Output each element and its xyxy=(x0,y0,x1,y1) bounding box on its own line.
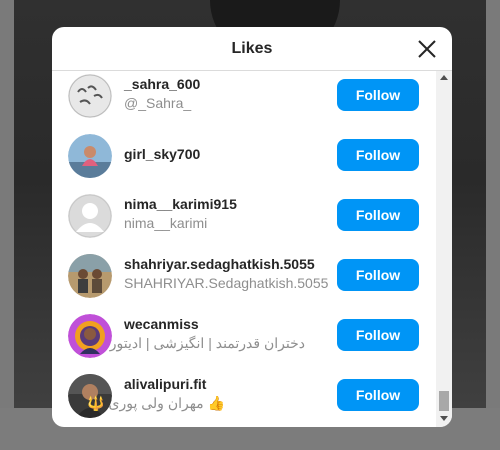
follow-button[interactable]: Follow xyxy=(337,79,419,111)
backdrop-right xyxy=(486,0,500,450)
avatar[interactable] xyxy=(68,134,112,178)
scroll-down-arrow-icon[interactable] xyxy=(440,416,448,421)
follow-button[interactable]: Follow xyxy=(337,319,419,351)
full-name: 👍 مهران ولی پوری 🔱 xyxy=(87,395,225,411)
scrollbar-thumb[interactable] xyxy=(439,391,449,411)
full-name: @_Sahra_ xyxy=(124,95,192,111)
avatar[interactable] xyxy=(68,314,112,358)
likes-list: _sahra_600 @_Sahra_ Follow girl_sky700 F… xyxy=(52,71,435,427)
follow-button[interactable]: Follow xyxy=(337,259,419,291)
avatar[interactable] xyxy=(68,254,112,298)
scroll-up-arrow-icon[interactable] xyxy=(440,75,448,80)
scrollbar[interactable] xyxy=(436,71,452,427)
full-name: nima__karimi xyxy=(124,215,208,231)
follow-button[interactable]: Follow xyxy=(337,379,419,411)
close-icon[interactable] xyxy=(416,38,438,60)
list-item: wecanmiss دختران قدرتمند | انگیزشی | ادی… xyxy=(52,306,435,366)
avatar[interactable] xyxy=(68,74,112,118)
default-avatar-icon[interactable] xyxy=(68,194,112,238)
list-item: _sahra_600 @_Sahra_ Follow xyxy=(52,71,435,126)
list-item: alivalipuri.fit 👍 مهران ولی پوری 🔱 Follo… xyxy=(52,366,435,426)
likes-modal: Likes _sahra_600 @_Sahra_ Follow girl_sk… xyxy=(52,27,452,427)
list-item: shahriyar.sedaghatkish.5055 SHAHRIYAR.Se… xyxy=(52,246,435,306)
full-name: دختران قدرتمند | انگیزشی | ادیتور xyxy=(109,335,305,351)
username[interactable]: girl_sky700 xyxy=(124,146,200,162)
list-item: nima__karimi915 nima__karimi Follow xyxy=(52,186,435,246)
full-name: SHAHRIYAR.Sedaghatkish.5055 xyxy=(124,275,329,291)
username[interactable]: alivalipuri.fit xyxy=(124,376,206,392)
backdrop-left xyxy=(0,0,14,450)
follow-button[interactable]: Follow xyxy=(337,199,419,231)
modal-title: Likes xyxy=(231,39,273,57)
list-item: girl_sky700 Follow xyxy=(52,126,435,186)
username[interactable]: shahriyar.sedaghatkish.5055 xyxy=(124,256,315,272)
username[interactable]: _sahra_600 xyxy=(124,76,200,92)
follow-button[interactable]: Follow xyxy=(337,139,419,171)
modal-header: Likes xyxy=(52,27,452,71)
username[interactable]: wecanmiss xyxy=(124,316,199,332)
username[interactable]: nima__karimi915 xyxy=(124,196,237,212)
